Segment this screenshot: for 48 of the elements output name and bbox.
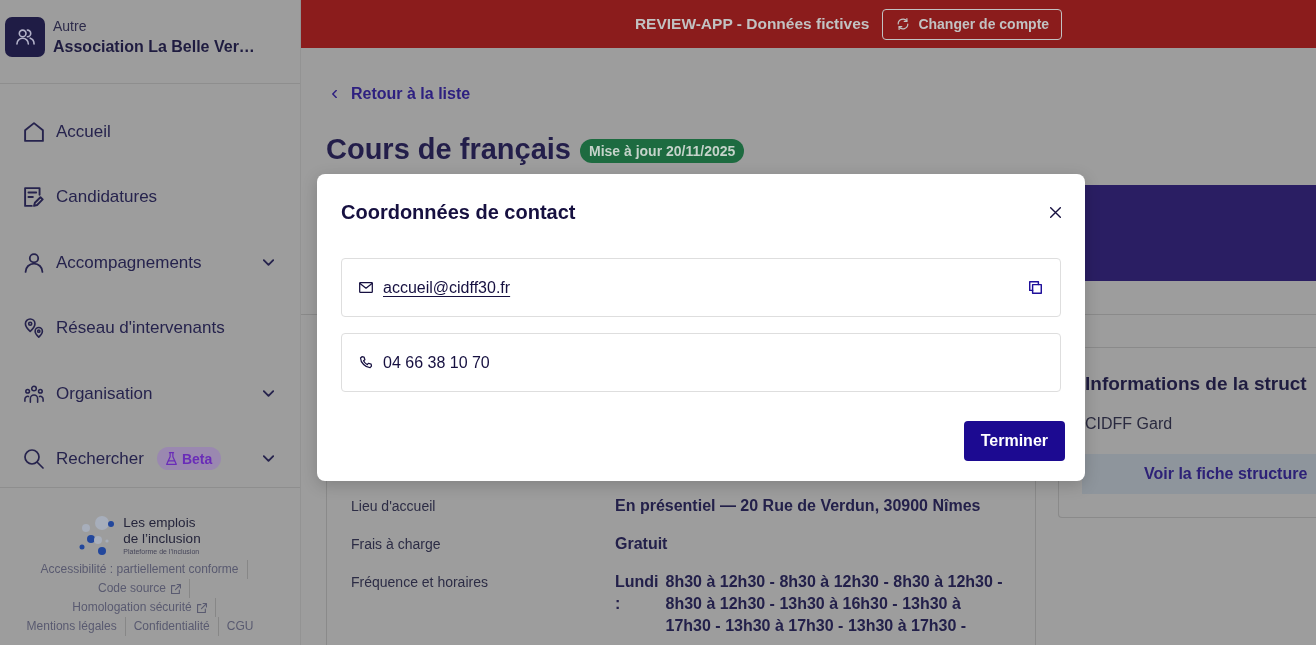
people-icon[interactable]	[5, 17, 45, 57]
page-title: Cours de français	[326, 132, 571, 167]
nav-item[interactable]: Accueil	[0, 107, 300, 157]
home-icon	[24, 122, 44, 142]
nav-item[interactable]: Accompagnements	[0, 237, 300, 288]
detail-label: Lieu d'accueil	[351, 497, 437, 516]
view-structure-button[interactable]: Voir la fiche structure	[1082, 454, 1316, 494]
phone-icon	[359, 356, 373, 369]
phone-number: 04 66 38 10 70	[383, 352, 490, 373]
logo-text: Les emplois	[123, 515, 197, 531]
search-icon	[24, 448, 44, 469]
flask-icon	[165, 452, 177, 466]
badge-label: Beta	[181, 450, 213, 467]
document-pencil-icon	[24, 187, 44, 208]
organization-name[interactable]: Association La Belle Ver…	[53, 36, 255, 58]
dialog-title: Coordonnées de contact	[341, 200, 576, 224]
chevron-left-icon	[332, 90, 337, 98]
schedule-day: Lundi :	[615, 571, 659, 637]
switch-account-button[interactable]: Changer de compte	[882, 8, 1063, 40]
back-link[interactable]: Retour à la liste	[332, 85, 471, 103]
email-link[interactable]: accueil@cidff30.fr	[383, 277, 511, 298]
people-group-icon	[24, 383, 44, 404]
nav-item[interactable]: Candidatures	[0, 172, 300, 223]
person-icon	[24, 252, 44, 273]
mail-icon	[359, 281, 373, 294]
schedule-hours: 8h30 à 12h30 - 8h30 à 12h30 - 8h30 à 12h30 - 8h30 à 12h30 - 13h30 à 16h30 - 13h30 à 17h30 - 13h30 à 17h30 - 13h30 à 17h30 -	[665, 572, 1004, 636]
card-title: Informations de la struct	[1085, 372, 1308, 396]
finish-button[interactable]: Terminer	[963, 421, 1065, 461]
account-type-label: Autre	[53, 17, 88, 35]
chevron-down-icon[interactable]	[263, 259, 274, 267]
nav-item[interactable]: Rechercher Beta	[0, 433, 300, 484]
dots-logo-icon	[79, 515, 116, 556]
close-icon[interactable]	[1050, 206, 1061, 218]
nav-item[interactable]: Organisation	[0, 368, 300, 419]
detail-value: Gratuit	[615, 534, 669, 554]
structure-name: CIDFF Gard	[1085, 414, 1174, 434]
refresh-icon	[897, 18, 910, 30]
detail-value: En présentiel — 20 Rue de Verdun, 30900 Nîmes	[615, 496, 982, 516]
detail-label: Frais à charge	[351, 535, 442, 554]
environment-label: REVIEW-APP - Données fictives	[634, 15, 870, 33]
detail-label: Fréquence et horaires	[351, 573, 489, 592]
logo-text: de l’inclusion	[123, 531, 201, 547]
copy-icon[interactable]	[1029, 281, 1042, 294]
chevron-down-icon[interactable]	[263, 390, 274, 398]
update-badge: Mise à jour 20/11/2025	[580, 139, 745, 163]
nav-item[interactable]: Réseau d'intervenants	[0, 303, 300, 354]
map-pins-icon	[24, 318, 44, 339]
chevron-down-icon[interactable]	[263, 455, 274, 463]
